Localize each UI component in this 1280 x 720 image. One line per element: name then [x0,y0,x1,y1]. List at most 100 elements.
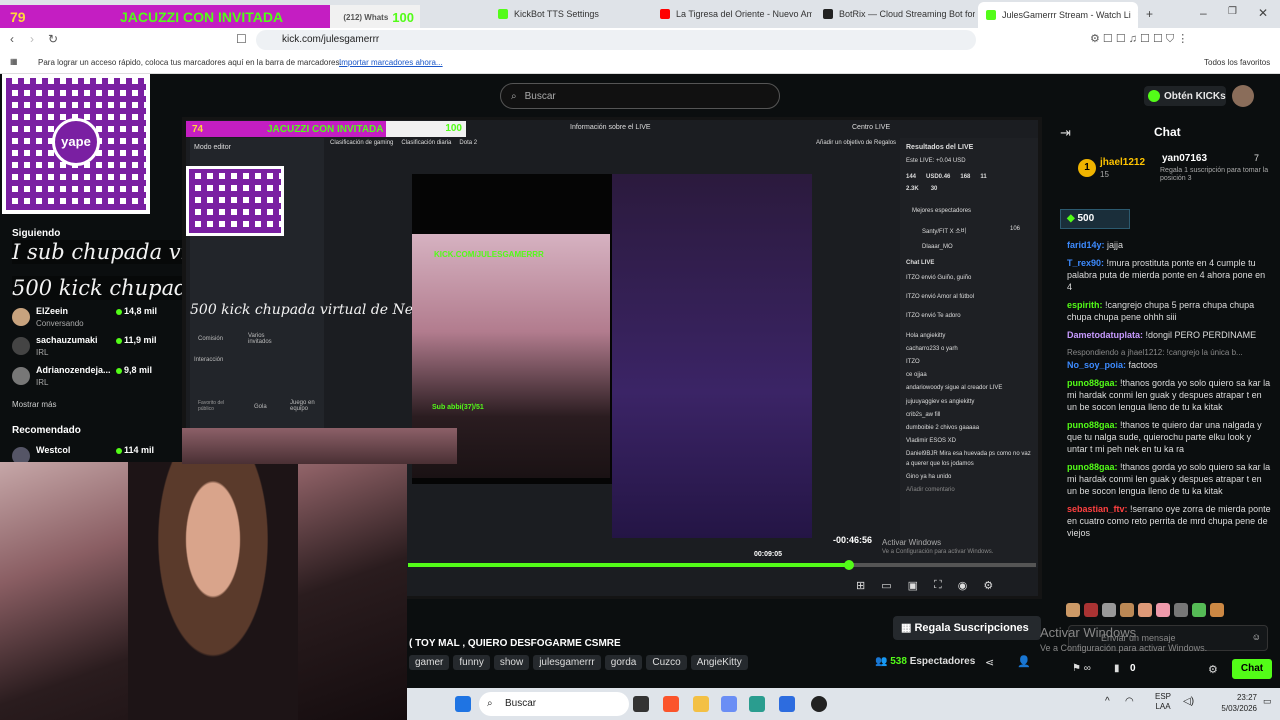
chat-live-label: Chat LIVE [906,260,935,266]
get-kicks-button[interactable]: Obtén KICKs [1144,86,1226,106]
emote-icon[interactable] [1174,603,1188,617]
collapse-chat-icon[interactable]: ⇥ [1060,125,1071,141]
kick-coin-icon [1148,90,1160,102]
emote-icon[interactable] [1210,603,1224,617]
tag-chip[interactable]: gamer [409,655,450,670]
kick-amount-badge[interactable]: ◆ 500 [1060,209,1130,229]
chat-message: farid14y: jajja [1067,240,1124,250]
player-controls: ⊞ ▭ ▣ ⛶ ◉ ⚙ [856,579,993,592]
fullscreen-icon[interactable]: ⛶ [934,579,942,592]
emote-icon[interactable] [1102,603,1116,617]
emoji-icon[interactable]: ☺ [1252,632,1261,642]
emote-icon[interactable] [1138,603,1152,617]
sidebar-item-adrianozendeja[interactable]: Adrianozendeja... IRL 9,8 mil [12,365,172,389]
gifter-count: 7 [1254,153,1260,163]
extensions-icon[interactable]: ⚙ ☐ ☐ ♫ ☐ ☐ ⛉ ⋮ [1090,32,1188,46]
import-bookmarks-link[interactable]: Importar marcadores ahora... [339,58,443,67]
follow-icon[interactable]: 👤 [1017,655,1031,668]
emote-icon[interactable] [1084,603,1098,617]
tab-kickbot[interactable]: KickBot TTS Settings [490,4,650,24]
file-explorer-icon[interactable] [693,696,709,712]
tab-youtube[interactable]: La Tigresa del Oriente - Nuevo Amo [652,4,812,24]
tag-chip[interactable]: funny [453,655,490,670]
emote-icon[interactable] [1120,603,1134,617]
windows-start-icon[interactable] [455,696,471,712]
emote-icon[interactable] [1066,603,1080,617]
volume-icon[interactable]: ◉ [958,579,968,592]
chat-settings-left-icon[interactable]: ⚑ ∞ [1072,663,1091,674]
notification-icon[interactable]: ▭ [1263,696,1272,707]
store-icon[interactable] [779,696,795,712]
volume-tray-icon[interactable]: ◁) [1183,696,1194,707]
progress-handle[interactable] [844,560,854,570]
overlay-title: JACUZZI CON INVITADA [120,9,284,25]
apps-icon[interactable]: ▦ [10,57,18,66]
copilot-icon[interactable] [721,696,737,712]
webcam-overlay [0,462,407,720]
reload-icon[interactable]: ↻ [48,32,58,46]
brave-icon[interactable] [663,696,679,712]
tag-chip[interactable]: gorda [604,655,643,670]
live-dot-icon [116,448,122,454]
close-window-icon[interactable]: ✕ [1258,6,1268,20]
tag-chip[interactable]: julesgamerrr [533,655,601,670]
sidebar-item-elzeein[interactable]: ElZeein Conversando 14,8 mil [12,306,172,330]
kick-icon [986,10,996,20]
recommended-label: Recomendado [12,425,81,436]
forward-icon[interactable]: › [30,32,34,46]
sidebar-item-westcol[interactable]: Westcol 114 mil [12,445,172,465]
tab-botrix[interactable]: BotRix — Cloud Streaming Bot for T [815,4,975,24]
obs-icon[interactable] [811,696,827,712]
wifi-icon[interactable]: ◠ [1125,696,1134,707]
centro-live-label: Centro LIVE [852,124,891,131]
obs-results-panel: Resultados del LIVE Este LIVE: +0.04 USD… [900,138,1038,568]
language-indicator[interactable]: ESP LAA [1155,692,1171,712]
whatsapp-tab-label[interactable]: (212) Whats [343,13,388,22]
obs-chat-line: jujuuyaggiev es angiekitty [906,398,975,405]
viewers-label: Espectadores [909,656,976,667]
kick-emote-icon: ◆ [1067,213,1078,224]
progress-bar[interactable] [408,563,1036,567]
tray-chevron-icon[interactable]: ^ [1105,696,1110,707]
all-favorites[interactable]: Todos los favoritos [1204,58,1270,67]
tag-chip[interactable]: show [493,655,530,670]
overlay-count-right: 100 [392,9,414,25]
emote-icon[interactable] [1192,603,1206,617]
pip-icon[interactable]: ▣ [908,579,918,592]
maximize-icon[interactable]: ❐ [1228,6,1237,17]
share-icon[interactable]: ⋖ [985,656,994,669]
obs-chat-line: Gino ya ha unido [906,473,952,480]
pinned-gifter-2[interactable]: yan07163 7 Regala 1 suscripción para tom… [1152,153,1274,193]
clip-icon[interactable]: ⊞ [856,579,865,592]
gift-line: ITZO envió Te adoro [906,313,961,320]
url-text: kick.com/julesgamerrr [282,34,380,45]
theater-icon[interactable]: ▭ [881,579,891,592]
minimize-icon[interactable]: – [1200,6,1207,20]
live-dot-icon [116,368,122,374]
clock[interactable]: 23:27 5/03/2026 [1215,692,1257,714]
url-field[interactable]: kick.com/julesgamerrr [256,30,976,50]
user-avatar[interactable] [1232,85,1254,107]
new-tab-icon[interactable]: + [1146,7,1153,21]
sidebar-item-sachauzumaki[interactable]: sachauzumaki IRL 11,9 mil [12,335,172,359]
close-tab-icon[interactable]: ✕ [1137,10,1138,21]
taskbar-search[interactable]: ⌕ Buscar [479,692,629,716]
bookmark-icon[interactable]: ☐ [236,32,247,46]
live-dot-icon [116,309,122,315]
clock-time: 23:27 [1236,693,1257,702]
send-chat-button[interactable]: Chat [1232,659,1272,679]
chat-settings-icon[interactable]: ⚙ [1208,663,1218,676]
tag-chip[interactable]: Cuzco [646,655,687,670]
settings-icon[interactable]: ⚙ [983,579,993,592]
tag-chip[interactable]: AngieKitty [690,655,748,670]
task-view-icon[interactable] [633,696,649,712]
stats-row: 144 USD0.46 168 11 [906,174,987,180]
search-input[interactable]: ⌕ Buscar [500,83,780,109]
edge-icon[interactable] [749,696,765,712]
gift-subs-button[interactable]: ▦ Regala Suscripciones [893,616,1041,640]
pinned-gifter-1[interactable]: 1 jhael1212 15 [1078,157,1156,181]
back-icon[interactable]: ‹ [10,32,14,46]
emote-icon[interactable] [1156,603,1170,617]
tab-kick-stream[interactable]: JulesGamerrr Stream - Watch Li ✕ [978,2,1138,28]
show-more-link[interactable]: Mostrar más [12,400,56,409]
